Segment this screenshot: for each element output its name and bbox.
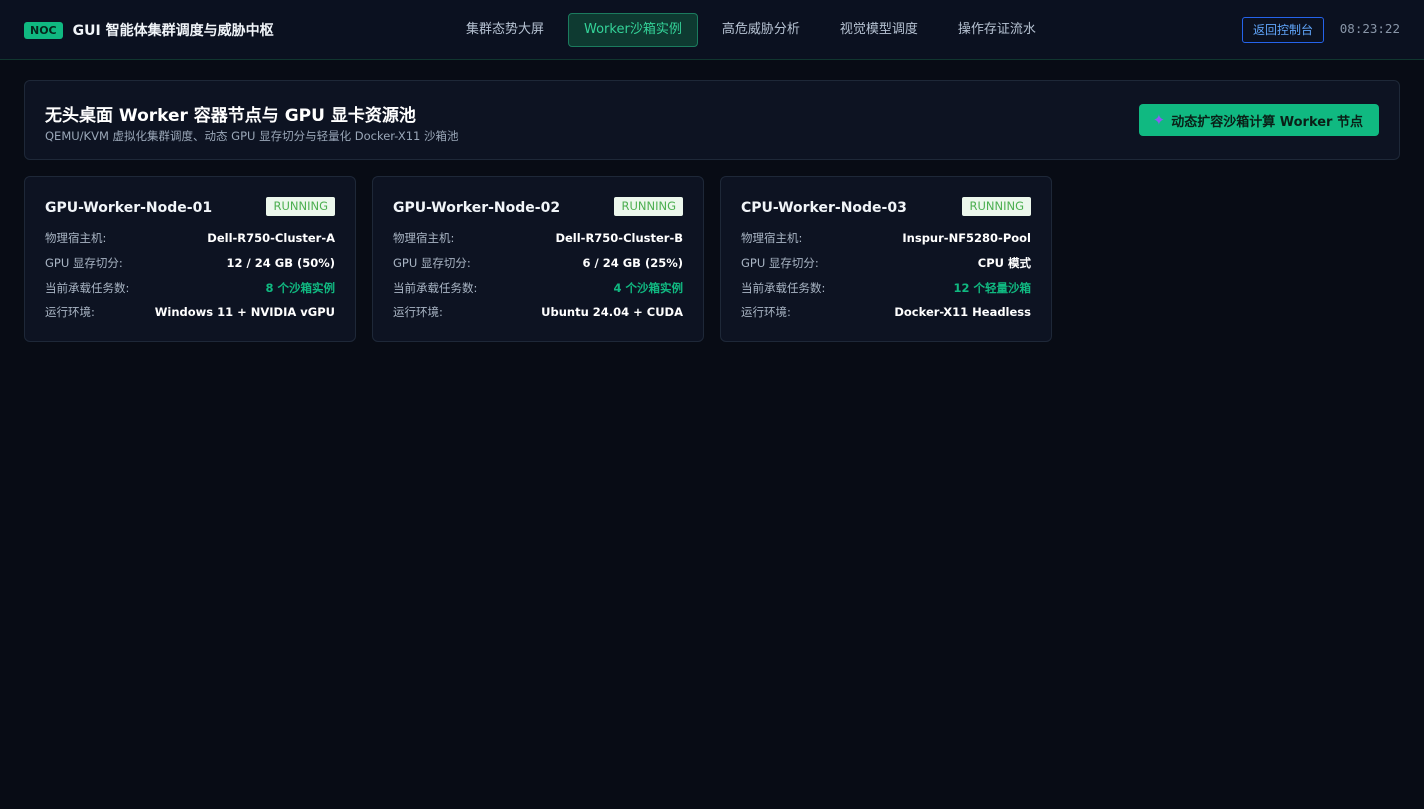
node-tasks-row: 当前承载任务数: 8 个沙箱实例 xyxy=(45,280,335,296)
tasks-value: 4 个沙箱实例 xyxy=(613,281,683,295)
worker-node-card[interactable]: GPU-Worker-Node-01 RUNNING 物理宿主机: Dell-R… xyxy=(24,176,356,342)
host-label: 物理宿主机: xyxy=(45,231,107,245)
status-badge: RUNNING xyxy=(614,197,683,216)
gpu-value: CPU 模式 xyxy=(977,256,1031,270)
host-label: 物理宿主机: xyxy=(741,231,803,245)
gpu-label: GPU 显存切分: xyxy=(741,256,819,270)
top-navigation-bar: NOC GUI 智能体集群调度与威胁中枢 集群态势大屏 Worker沙箱实例 高… xyxy=(0,0,1424,60)
tasks-label: 当前承载任务数: xyxy=(45,281,130,295)
env-value: Docker-X11 Headless xyxy=(894,305,1031,319)
scale-worker-button[interactable]: ✦ 动态扩容沙箱计算 Worker 节点 xyxy=(1138,104,1379,136)
tasks-value: 12 个轻量沙箱 xyxy=(953,281,1031,295)
node-host-row: 物理宿主机: Dell-R750-Cluster-A xyxy=(45,230,335,246)
page-title: 无头桌面 Worker 容器节点与 GPU 显卡资源池 xyxy=(45,106,416,126)
tasks-label: 当前承载任务数: xyxy=(741,281,826,295)
page-subtitle: QEMU/KVM 虚拟化集群调度、动态 GPU 显存切分与轻量化 Docker-… xyxy=(45,129,459,143)
node-gpu-row: GPU 显存切分: CPU 模式 xyxy=(741,255,1031,271)
gpu-label: GPU 显存切分: xyxy=(45,256,123,270)
tasks-value: 8 个沙箱实例 xyxy=(265,281,335,295)
node-env-row: 运行环境: Ubuntu 24.04 + CUDA xyxy=(393,304,683,320)
node-host-row: 物理宿主机: Inspur-NF5280-Pool xyxy=(741,230,1031,246)
clock: 08:23:22 xyxy=(1339,21,1400,36)
back-to-console-button[interactable]: 返回控制台 xyxy=(1242,17,1324,43)
node-tasks-row: 当前承载任务数: 12 个轻量沙箱 xyxy=(741,280,1031,296)
sparkle-icon: ✦ xyxy=(1152,110,1166,129)
brand: NOC GUI 智能体集群调度与威胁中枢 xyxy=(24,20,274,40)
node-tasks-row: 当前承载任务数: 4 个沙箱实例 xyxy=(393,280,683,296)
status-badge: RUNNING xyxy=(266,197,335,216)
env-label: 运行环境: xyxy=(741,305,791,319)
node-name: CPU-Worker-Node-03 xyxy=(741,200,907,216)
scale-worker-button-label: 动态扩容沙箱计算 Worker 节点 xyxy=(1171,114,1363,130)
env-label: 运行环境: xyxy=(393,305,443,319)
tab-threat-analysis[interactable]: 高危威胁分析 xyxy=(706,13,816,47)
env-label: 运行环境: xyxy=(45,305,95,319)
node-env-row: 运行环境: Windows 11 + NVIDIA vGPU xyxy=(45,304,335,320)
noc-badge: NOC xyxy=(24,21,63,39)
node-gpu-row: GPU 显存切分: 6 / 24 GB (25%) xyxy=(393,255,683,271)
status-badge: RUNNING xyxy=(962,197,1031,216)
host-label: 物理宿主机: xyxy=(393,231,455,245)
app-title: GUI 智能体集群调度与威胁中枢 xyxy=(72,23,274,39)
gpu-value: 12 / 24 GB (50%) xyxy=(226,256,335,270)
host-value: Dell-R750-Cluster-A xyxy=(207,231,335,245)
node-name: GPU-Worker-Node-01 xyxy=(45,200,213,216)
node-env-row: 运行环境: Docker-X11 Headless xyxy=(741,304,1031,320)
gpu-label: GPU 显存切分: xyxy=(393,256,471,270)
node-host-row: 物理宿主机: Dell-R750-Cluster-B xyxy=(393,230,683,246)
tab-worker-sandbox[interactable]: Worker沙箱实例 xyxy=(568,13,698,47)
gpu-value: 6 / 24 GB (25%) xyxy=(582,256,683,270)
env-value: Ubuntu 24.04 + CUDA xyxy=(541,305,683,319)
tab-vision-model[interactable]: 视觉模型调度 xyxy=(824,13,934,47)
tasks-label: 当前承载任务数: xyxy=(393,281,478,295)
host-value: Dell-R750-Cluster-B xyxy=(555,231,683,245)
node-gpu-row: GPU 显存切分: 12 / 24 GB (50%) xyxy=(45,255,335,271)
nav-tabs: 集群态势大屏 Worker沙箱实例 高危威胁分析 视觉模型调度 操作存证流水 xyxy=(450,13,1060,47)
page-header-panel: 无头桌面 Worker 容器节点与 GPU 显卡资源池 QEMU/KVM 虚拟化… xyxy=(24,80,1400,160)
worker-node-list: GPU-Worker-Node-01 RUNNING 物理宿主机: Dell-R… xyxy=(24,176,1068,342)
env-value: Windows 11 + NVIDIA vGPU xyxy=(154,305,335,319)
host-value: Inspur-NF5280-Pool xyxy=(902,231,1031,245)
tab-audit-log[interactable]: 操作存证流水 xyxy=(942,13,1052,47)
worker-node-card[interactable]: CPU-Worker-Node-03 RUNNING 物理宿主机: Inspur… xyxy=(720,176,1052,342)
tab-cluster-dashboard[interactable]: 集群态势大屏 xyxy=(450,13,560,47)
worker-node-card[interactable]: GPU-Worker-Node-02 RUNNING 物理宿主机: Dell-R… xyxy=(372,176,704,342)
node-name: GPU-Worker-Node-02 xyxy=(393,200,561,216)
